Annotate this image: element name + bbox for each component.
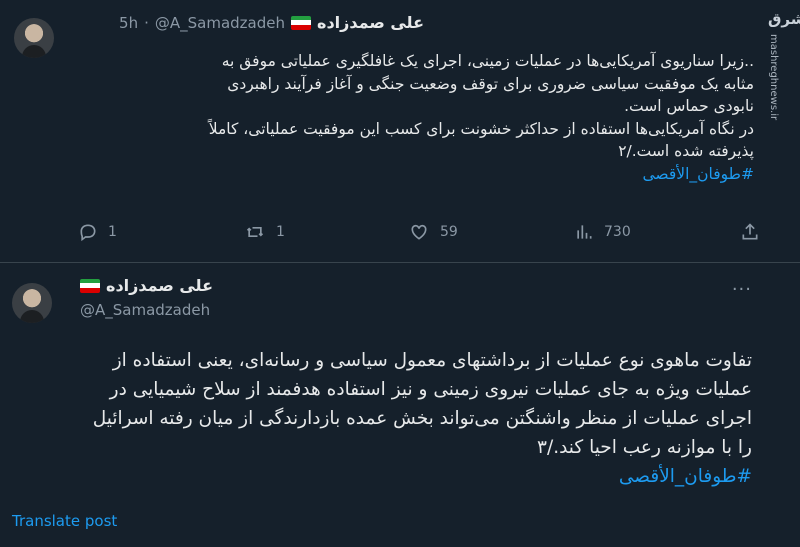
- watermark: مشرق mashreghnews.ir: [768, 10, 800, 121]
- translate-post-link[interactable]: Translate post: [12, 512, 117, 530]
- reply-button[interactable]: 1: [78, 222, 117, 242]
- share-icon: [742, 223, 758, 240]
- views-count: 730: [604, 224, 631, 240]
- tweet1-action-bar: 1 1 59 730: [78, 220, 758, 244]
- author-handle[interactable]: @A_Samadzadeh: [155, 14, 285, 32]
- text-line: اجرای عملیات از منظر واشنگتن می‌تواند بخ…: [92, 408, 752, 429]
- text-line: را با موازنه رعب احیا کند./۳: [537, 437, 752, 458]
- timestamp[interactable]: 5h: [119, 14, 138, 32]
- separator: ·: [144, 13, 149, 32]
- tweet1-header: علی صمدزاده @A_Samadzadeh · 5h: [119, 13, 424, 32]
- tweet2-body: تفاوت ماهوی نوع عملیات از برداشتهای معمو…: [12, 346, 752, 491]
- tweet2-header: علی صمدزاده @A_Samadzadeh: [80, 276, 220, 319]
- text-line: پذیرفته شده است./۲: [618, 142, 754, 160]
- text-line: ..زیرا سناریوی آمریکایی‌ها در عملیات زمی…: [221, 52, 754, 70]
- share-button[interactable]: [740, 222, 760, 242]
- avatar[interactable]: [12, 283, 52, 323]
- author-name[interactable]: علی صمدزاده: [106, 276, 213, 295]
- more-icon[interactable]: ···: [732, 279, 752, 300]
- text-line: عملیات ویژه به جای عملیات نیروی زمینی و …: [109, 379, 752, 400]
- iran-flag-icon: [291, 15, 311, 30]
- avatar[interactable]: [14, 18, 54, 58]
- like-button[interactable]: 59: [408, 222, 458, 242]
- hashtag-link[interactable]: #طوفان_الأقصى: [12, 462, 752, 491]
- repost-button[interactable]: 1: [244, 222, 285, 242]
- views-icon: [577, 225, 592, 239]
- tweet-divider: [0, 262, 800, 263]
- tweet1-body: ..زیرا سناریوی آمریکایی‌ها در عملیات زمی…: [64, 50, 754, 185]
- repost-count: 1: [276, 224, 285, 240]
- text-line: نابودی حماس است.: [624, 97, 754, 115]
- repost-icon: [246, 227, 264, 237]
- author-handle[interactable]: @A_Samadzadeh: [80, 301, 220, 319]
- watermark-url: mashreghnews.ir: [768, 34, 779, 121]
- iran-flag-icon: [80, 278, 100, 293]
- text-line: مثابه یک موفقیت سیاسی ضروری برای توقف وض…: [227, 74, 754, 93]
- hashtag-link[interactable]: #طوفان_الأقصى: [64, 163, 754, 186]
- text-line: تفاوت ماهوی نوع عملیات از برداشتهای معمو…: [112, 350, 752, 371]
- reply-count: 1: [108, 224, 117, 240]
- like-count: 59: [440, 224, 458, 240]
- reply-icon: [80, 224, 96, 242]
- author-name[interactable]: علی صمدزاده: [317, 13, 424, 32]
- views-button[interactable]: 730: [574, 222, 631, 242]
- like-icon: [411, 224, 427, 240]
- text-line: در نگاه آمریکایی‌ها استفاده از حداکثر خش…: [208, 119, 754, 138]
- watermark-logo: مشرق: [768, 10, 800, 28]
